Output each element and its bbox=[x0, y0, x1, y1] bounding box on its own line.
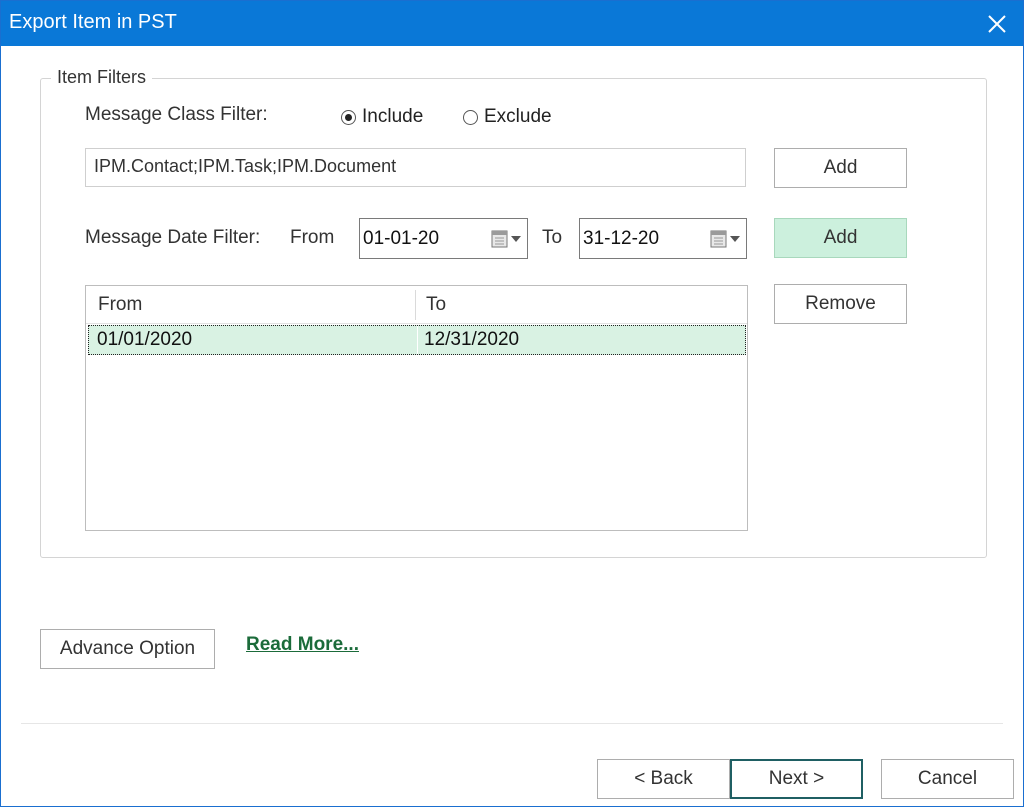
message-date-label: Message Date Filter: bbox=[85, 227, 261, 248]
from-date-dropdown[interactable] bbox=[491, 230, 527, 248]
export-dialog: Export Item in PST Item Filters Message … bbox=[0, 0, 1024, 807]
close-icon bbox=[988, 14, 1006, 33]
to-label: To bbox=[542, 227, 563, 248]
to-date-dropdown[interactable] bbox=[710, 230, 746, 248]
title-bar: Export Item in PST bbox=[1, 1, 1023, 46]
message-class-label: Message Class Filter: bbox=[85, 104, 268, 125]
read-more-link[interactable]: Read More... bbox=[246, 634, 359, 656]
row-to-cell: 12/31/2020 bbox=[424, 329, 520, 350]
exclude-radio-dot bbox=[463, 109, 478, 125]
include-radio[interactable]: Include bbox=[341, 106, 423, 128]
row-separator bbox=[417, 326, 418, 354]
from-date-value: 01-01-20 bbox=[363, 227, 440, 249]
footer-divider bbox=[21, 723, 1003, 724]
cancel-button[interactable]: Cancel bbox=[881, 759, 1014, 799]
window-title: Export Item in PST bbox=[9, 11, 177, 33]
to-date-value: 31-12-20 bbox=[583, 227, 660, 249]
calendar-icon bbox=[710, 230, 740, 247]
add-date-button[interactable]: Add bbox=[774, 218, 907, 258]
remove-date-button[interactable]: Remove bbox=[774, 284, 907, 324]
calendar-icon bbox=[491, 230, 521, 247]
advance-option-button[interactable]: Advance Option bbox=[40, 629, 215, 669]
add-class-button[interactable]: Add bbox=[774, 148, 907, 188]
column-header-to[interactable]: To bbox=[426, 286, 446, 323]
to-date-picker[interactable]: 31-12-20 bbox=[579, 218, 747, 259]
next-button[interactable]: Next > bbox=[730, 759, 863, 799]
exclude-radio[interactable]: Exclude bbox=[463, 106, 552, 128]
item-filters-legend: Item Filters bbox=[51, 67, 153, 88]
column-header-from[interactable]: From bbox=[98, 286, 142, 323]
date-filter-list[interactable]: From To 01/01/2020 12/31/2020 bbox=[85, 285, 748, 531]
from-label: From bbox=[290, 227, 335, 248]
list-header: From To bbox=[86, 286, 747, 324]
table-row[interactable]: 01/01/2020 12/31/2020 bbox=[88, 325, 746, 355]
message-class-input[interactable]: IPM.Contact;IPM.Task;IPM.Document bbox=[85, 148, 746, 187]
column-separator[interactable] bbox=[415, 290, 416, 320]
from-date-picker[interactable]: 01-01-20 bbox=[359, 218, 528, 259]
include-label: Include bbox=[362, 106, 424, 127]
exclude-label: Exclude bbox=[484, 106, 552, 127]
close-button[interactable] bbox=[971, 1, 1023, 46]
back-button[interactable]: < Back bbox=[597, 759, 730, 799]
row-from-cell: 01/01/2020 bbox=[97, 329, 193, 350]
include-radio-dot bbox=[341, 109, 356, 125]
